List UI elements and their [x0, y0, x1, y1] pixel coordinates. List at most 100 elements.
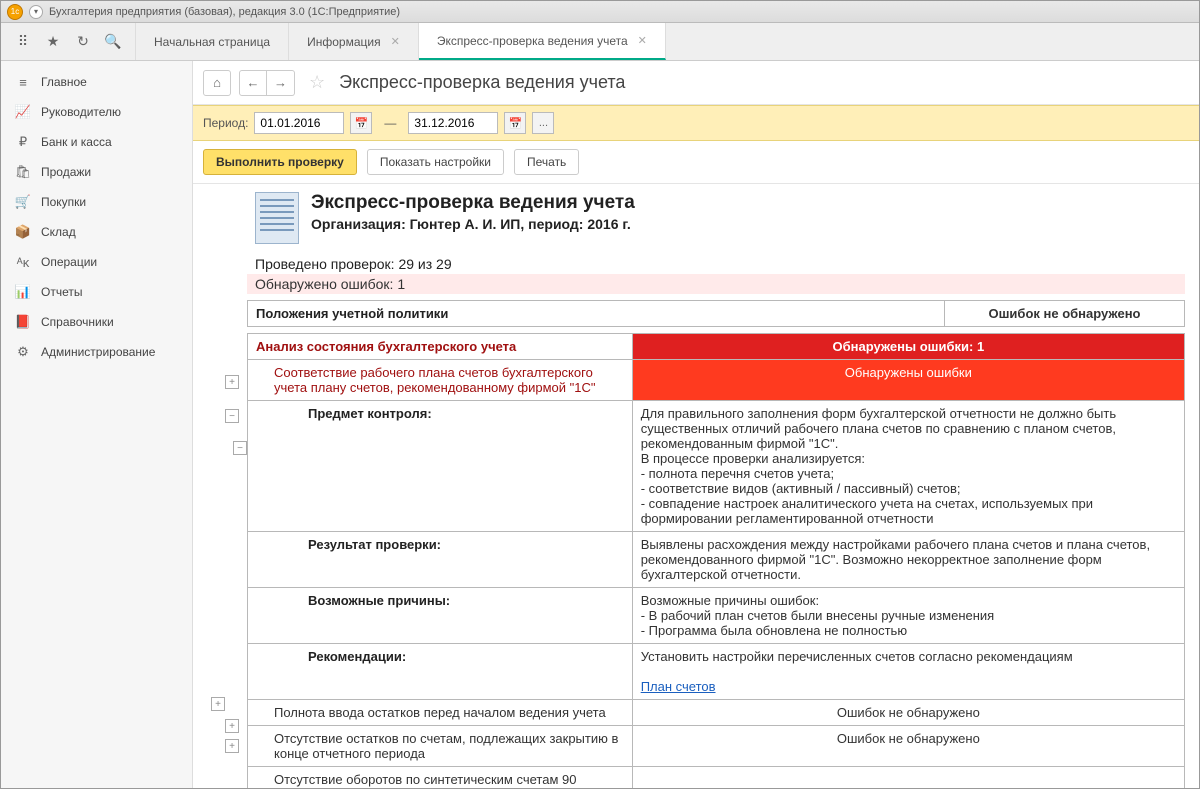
sidebar-item-catalogs[interactable]: 📕 Справочники — [1, 307, 192, 337]
sidebar-item-manager[interactable]: 📈 Руководителю — [1, 97, 192, 127]
period-dash: — — [378, 116, 402, 130]
home-button[interactable]: ⌂ — [203, 70, 231, 96]
detail-row: Предмет контроля: Для правильного заполн… — [248, 401, 1185, 532]
check-name: Отсутствие оборотов по синтетическим сче… — [248, 767, 633, 789]
outline-column: + − − + + + — [193, 184, 247, 788]
tab-label: Информация — [307, 35, 380, 49]
detail-value: Для правильного заполнения форм бухгалте… — [632, 401, 1184, 532]
sidebar-item-bank[interactable]: ₽Банк и касса — [1, 127, 192, 157]
section-row[interactable]: Положения учетной политики Ошибок не обн… — [248, 301, 1185, 327]
sidebar-item-label: Продажи — [41, 165, 91, 179]
tab-information[interactable]: Информация ✕ — [289, 23, 419, 60]
window-title: Бухгалтерия предприятия (базовая), редак… — [49, 6, 400, 18]
sidebar-item-label: Покупки — [41, 195, 86, 209]
calendar-icon[interactable]: 📅 — [504, 112, 526, 134]
collapse-icon[interactable]: − — [233, 441, 247, 455]
star-icon[interactable]: ★ — [45, 34, 61, 50]
titlebar: 1c ▾ Бухгалтерия предприятия (базовая), … — [1, 1, 1199, 23]
report-subtitle: Организация: Гюнтер А. И. ИП, период: 20… — [311, 216, 635, 232]
check-name: Соответствие рабочего плана счетов бухга… — [248, 360, 633, 401]
app-icon: 1c — [7, 4, 23, 20]
sidebar-item-purchases[interactable]: 🛒 Покупки — [1, 187, 192, 217]
report-table: Анализ состояния бухгалтерского учета Об… — [247, 333, 1185, 788]
chart-icon: 📈 — [15, 104, 31, 120]
section-name: Анализ состояния бухгалтерского учета — [248, 334, 633, 360]
sidebar-item-warehouse[interactable]: 📦 Склад — [1, 217, 192, 247]
sidebar-item-reports[interactable]: 📊 Отчеты — [1, 277, 192, 307]
bag-icon: 🛍 — [15, 164, 31, 180]
calendar-icon[interactable]: 📅 — [350, 112, 372, 134]
check-row[interactable]: Отсутствие остатков по счетам, подлежащи… — [248, 726, 1185, 767]
sidebar-item-sales[interactable]: 🛍 Продажи — [1, 157, 192, 187]
chart-of-accounts-link[interactable]: План счетов — [641, 679, 716, 694]
detail-row: Рекомендации: Установить настройки переч… — [248, 644, 1185, 700]
report-table: Положения учетной политики Ошибок не обн… — [247, 300, 1185, 327]
gear-icon: ⚙ — [15, 344, 31, 360]
detail-key: Рекомендации: — [248, 644, 633, 700]
toolbar-icons: ⠿ ★ ↻ 🔍 — [1, 23, 136, 60]
detail-value: Установить настройки перечисленных счето… — [632, 644, 1184, 700]
title-dropdown-icon[interactable]: ▾ — [29, 5, 43, 19]
section-status: Ошибок не обнаружено — [945, 301, 1185, 327]
sidebar-item-main[interactable]: ≡ Главное — [1, 67, 192, 97]
tab-express-check[interactable]: Экспресс-проверка ведения учета ✕ — [419, 23, 666, 60]
check-name: Отсутствие остатков по счетам, подлежащи… — [248, 726, 633, 767]
operations-icon: ᴬᴋ — [15, 254, 31, 270]
check-row[interactable]: Соответствие рабочего плана счетов бухга… — [248, 360, 1185, 401]
history-icon[interactable]: ↻ — [75, 34, 91, 50]
detail-key: Возможные причины: — [248, 588, 633, 644]
expand-icon[interactable]: + — [225, 719, 239, 733]
check-status: Ошибок не обнаружено — [632, 726, 1184, 767]
section-row[interactable]: Анализ состояния бухгалтерского учета Об… — [248, 334, 1185, 360]
period-select-button[interactable]: ... — [532, 112, 554, 134]
tabs-row: ⠿ ★ ↻ 🔍 Начальная страница Информация ✕ … — [1, 23, 1199, 61]
expand-icon[interactable]: + — [211, 697, 225, 711]
sidebar-item-label: Руководителю — [41, 105, 121, 119]
sidebar-item-label: Отчеты — [41, 285, 82, 299]
ruble-icon: ₽ — [15, 134, 31, 150]
sidebar-item-label: Администрирование — [41, 345, 155, 359]
collapse-icon[interactable]: − — [225, 409, 239, 423]
expand-icon[interactable]: + — [225, 739, 239, 753]
detail-row: Результат проверки: Выявлены расхождения… — [248, 532, 1185, 588]
check-row[interactable]: Полнота ввода остатков перед началом вед… — [248, 700, 1185, 726]
sidebar-item-operations[interactable]: ᴬᴋ Операции — [1, 247, 192, 277]
check-name: Полнота ввода остатков перед началом вед… — [248, 700, 633, 726]
forward-button[interactable]: → — [267, 70, 295, 96]
expand-icon[interactable]: + — [225, 375, 239, 389]
check-status: Ошибок не обнаружено — [632, 700, 1184, 726]
cart-icon: 🛒 — [15, 194, 31, 210]
apps-icon[interactable]: ⠿ — [15, 34, 31, 50]
favorite-icon[interactable]: ☆ — [303, 72, 331, 93]
period-label: Период: — [203, 116, 248, 130]
sidebar-item-label: Операции — [41, 255, 97, 269]
print-button[interactable]: Печать — [514, 149, 579, 175]
box-icon: 📦 — [15, 224, 31, 240]
menu-icon: ≡ — [15, 74, 31, 90]
book-icon: 📕 — [15, 314, 31, 330]
date-from-input[interactable] — [254, 112, 344, 134]
sidebar-item-label: Главное — [41, 75, 87, 89]
check-status: Обнаружены ошибки — [632, 360, 1184, 401]
sidebar-item-label: Склад — [41, 225, 76, 239]
detail-row: Возможные причины: Возможные причины оши… — [248, 588, 1185, 644]
check-row[interactable]: Отсутствие оборотов по синтетическим сче… — [248, 767, 1185, 789]
page-title: Экспресс-проверка ведения учета — [339, 72, 625, 93]
errors-count: Обнаружено ошибок: 1 — [247, 274, 1185, 294]
back-button[interactable]: ← — [239, 70, 267, 96]
detail-value: Выявлены расхождения между настройками р… — [632, 532, 1184, 588]
sidebar-item-label: Справочники — [41, 315, 114, 329]
date-to-input[interactable] — [408, 112, 498, 134]
close-icon[interactable]: ✕ — [391, 35, 400, 48]
document-icon — [255, 192, 299, 244]
close-icon[interactable]: ✕ — [638, 34, 647, 47]
barchart-icon: 📊 — [15, 284, 31, 300]
tab-start-page[interactable]: Начальная страница — [136, 23, 289, 60]
sidebar: ≡ Главное 📈 Руководителю ₽Банк и касса 🛍 Пр… — [1, 61, 193, 788]
show-settings-button[interactable]: Показать настройки — [367, 149, 504, 175]
run-check-button[interactable]: Выполнить проверку — [203, 149, 357, 175]
sidebar-item-admin[interactable]: ⚙ Администрирование — [1, 337, 192, 367]
section-status: Обнаружены ошибки: 1 — [632, 334, 1184, 360]
report-area[interactable]: + − − + + + — [193, 184, 1199, 788]
search-icon[interactable]: 🔍 — [105, 34, 121, 50]
